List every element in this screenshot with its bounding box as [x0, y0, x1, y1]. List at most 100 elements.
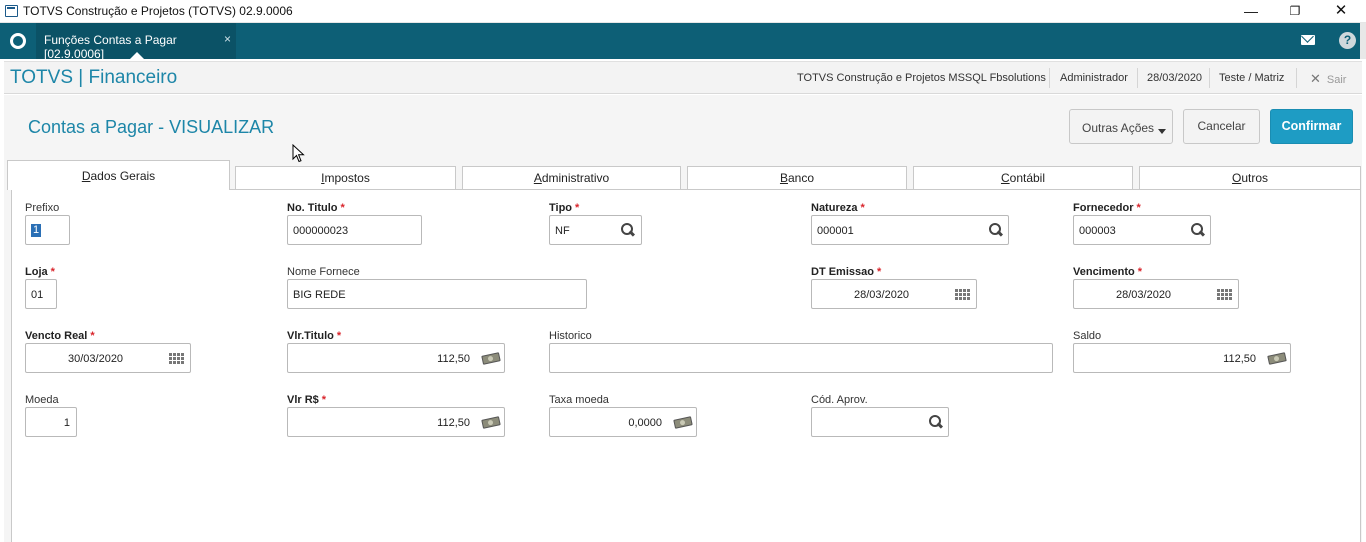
- cancel-button[interactable]: Cancelar: [1183, 109, 1260, 144]
- company-name: TOTVS Construção e Projetos MSSQL Fbsolu…: [797, 72, 1046, 84]
- tab-impostos[interactable]: Impostos: [235, 166, 456, 190]
- window-title: TOTVS Construção e Projetos (TOTVS) 02.9…: [23, 4, 293, 18]
- vencimento-field[interactable]: 28/03/2020: [1073, 279, 1239, 309]
- window-title-bar: TOTVS Construção e Projetos (TOTVS) 02.9…: [0, 0, 1366, 23]
- nome-fornece-value: BIG REDE: [293, 289, 346, 301]
- taxa-moeda-label: Taxa moeda: [549, 394, 609, 406]
- saldo-label: Saldo: [1073, 330, 1102, 342]
- totvs-home-button[interactable]: [0, 23, 36, 59]
- calendar-icon[interactable]: [169, 353, 185, 365]
- logout-x-icon: ✕: [1310, 71, 1321, 86]
- divider: [1137, 68, 1138, 88]
- dt-emissao-label: DT Emissao *: [811, 266, 882, 278]
- app-header: TOTVS | Financeiro TOTVS Construção e Pr…: [4, 61, 1362, 94]
- fornecedor-field[interactable]: 000003: [1073, 215, 1211, 245]
- restore-button[interactable]: ❐: [1272, 0, 1318, 23]
- divider: [1209, 68, 1210, 88]
- app-window-icon: [5, 5, 18, 17]
- page-title: Contas a Pagar - VISUALIZAR: [28, 117, 275, 137]
- taxa-moeda-value: 0,0000: [628, 417, 662, 429]
- moeda-value: 1: [63, 417, 70, 429]
- help-icon[interactable]: ?: [1339, 32, 1356, 49]
- vlr-rs-value: 112,50: [437, 417, 470, 429]
- loja-field[interactable]: 01: [25, 279, 57, 309]
- no-titulo-label: No. Titulo *: [287, 202, 345, 214]
- vlr-titulo-value: 112,50: [437, 353, 470, 365]
- search-icon[interactable]: [929, 415, 943, 429]
- session-date: 28/03/2020: [1147, 72, 1203, 84]
- no-titulo-value: 000000023: [293, 225, 349, 237]
- user-name: Administrador: [1060, 72, 1128, 84]
- historico-field[interactable]: [549, 343, 1053, 373]
- saldo-value: 112,50: [1223, 353, 1256, 365]
- taxa-moeda-field[interactable]: 0,0000: [549, 407, 697, 437]
- money-icon[interactable]: [481, 416, 501, 429]
- form-panel: Prefixo 1 No. Titulo * 000000023 Tipo * NF…: [11, 189, 1361, 542]
- minimize-button[interactable]: —: [1228, 0, 1274, 23]
- more-actions-label: Outras Ações: [1082, 121, 1155, 135]
- no-titulo-field[interactable]: 000000023: [287, 215, 422, 245]
- tipo-value: NF: [555, 225, 570, 237]
- cod-aprov-label: Cód. Aprov.: [811, 394, 868, 406]
- confirm-button[interactable]: Confirmar: [1270, 109, 1353, 144]
- money-icon[interactable]: [1267, 352, 1287, 365]
- vencimento-value: 28/03/2020: [1116, 289, 1172, 301]
- natureza-field[interactable]: 000001: [811, 215, 1009, 245]
- vencimento-label: Vencimento *: [1073, 266, 1143, 278]
- totvs-logo-icon: [10, 33, 26, 49]
- natureza-label: Natureza *: [811, 202, 865, 214]
- more-actions-button[interactable]: Outras Ações: [1069, 109, 1173, 144]
- search-icon[interactable]: [621, 223, 635, 237]
- prefixo-value: 1: [31, 224, 42, 237]
- vencto-real-value: 30/03/2020: [68, 353, 124, 365]
- calendar-icon[interactable]: [1217, 289, 1233, 301]
- divider: [1296, 68, 1297, 88]
- tab-contabil[interactable]: Contábil: [913, 166, 1133, 190]
- vlr-titulo-field[interactable]: 112,50: [287, 343, 505, 373]
- loja-value: 01: [31, 289, 44, 301]
- app-tab-bar: Funções Contas a Pagar [02.9.0006] × ?: [0, 23, 1366, 61]
- cod-aprov-field[interactable]: [811, 407, 949, 437]
- moeda-field[interactable]: 1: [25, 407, 77, 437]
- brand-title: TOTVS | Financeiro: [10, 67, 178, 88]
- mail-icon[interactable]: [1301, 35, 1315, 45]
- prefixo-label: Prefixo: [25, 202, 60, 214]
- tab-funcoes-contas-a-pagar[interactable]: Funções Contas a Pagar [02.9.0006] ×: [36, 23, 236, 61]
- close-tab-icon[interactable]: ×: [224, 32, 231, 46]
- tipo-field[interactable]: NF: [549, 215, 642, 245]
- nome-fornece-label: Nome Fornece: [287, 266, 360, 278]
- dt-emissao-field[interactable]: 28/03/2020: [811, 279, 977, 309]
- loja-label: Loja *: [25, 266, 55, 278]
- prefixo-field[interactable]: 1: [25, 215, 70, 245]
- natureza-value: 000001: [817, 225, 854, 237]
- vlr-titulo-label: Vlr.Titulo *: [287, 330, 342, 342]
- money-icon[interactable]: [481, 352, 501, 365]
- branch-name: Teste / Matriz: [1219, 72, 1285, 84]
- chevron-down-icon: [1158, 129, 1166, 134]
- vencto-real-label: Vencto Real *: [25, 330, 95, 342]
- logout-label: Sair: [1326, 74, 1347, 86]
- search-icon[interactable]: [1191, 223, 1205, 237]
- close-window-button[interactable]: ✕: [1318, 0, 1364, 23]
- tab-pointer: [130, 52, 144, 59]
- moeda-label: Moeda: [25, 394, 59, 406]
- calendar-icon[interactable]: [955, 289, 971, 301]
- vlr-rs-field[interactable]: 112,50: [287, 407, 505, 437]
- scrollbar[interactable]: [1360, 23, 1366, 59]
- divider: [1049, 68, 1050, 88]
- tab-administrativo[interactable]: Administrativo: [462, 166, 681, 190]
- tab-banco[interactable]: Banco: [687, 166, 907, 190]
- logout-button[interactable]: ✕ Sair: [1310, 71, 1346, 87]
- search-icon[interactable]: [989, 223, 1003, 237]
- fornecedor-label: Fornecedor *: [1073, 202, 1141, 214]
- historico-label: Historico: [549, 330, 592, 342]
- fornecedor-value: 000003: [1079, 225, 1116, 237]
- tab-outros[interactable]: Outros: [1139, 166, 1361, 190]
- dt-emissao-value: 28/03/2020: [854, 289, 910, 301]
- tab-dados-gerais[interactable]: Dados Gerais: [7, 160, 230, 190]
- nome-fornece-field[interactable]: BIG REDE: [287, 279, 587, 309]
- tipo-label: Tipo *: [549, 202, 580, 214]
- money-icon[interactable]: [673, 416, 693, 429]
- saldo-field[interactable]: 112,50: [1073, 343, 1291, 373]
- vencto-real-field[interactable]: 30/03/2020: [25, 343, 191, 373]
